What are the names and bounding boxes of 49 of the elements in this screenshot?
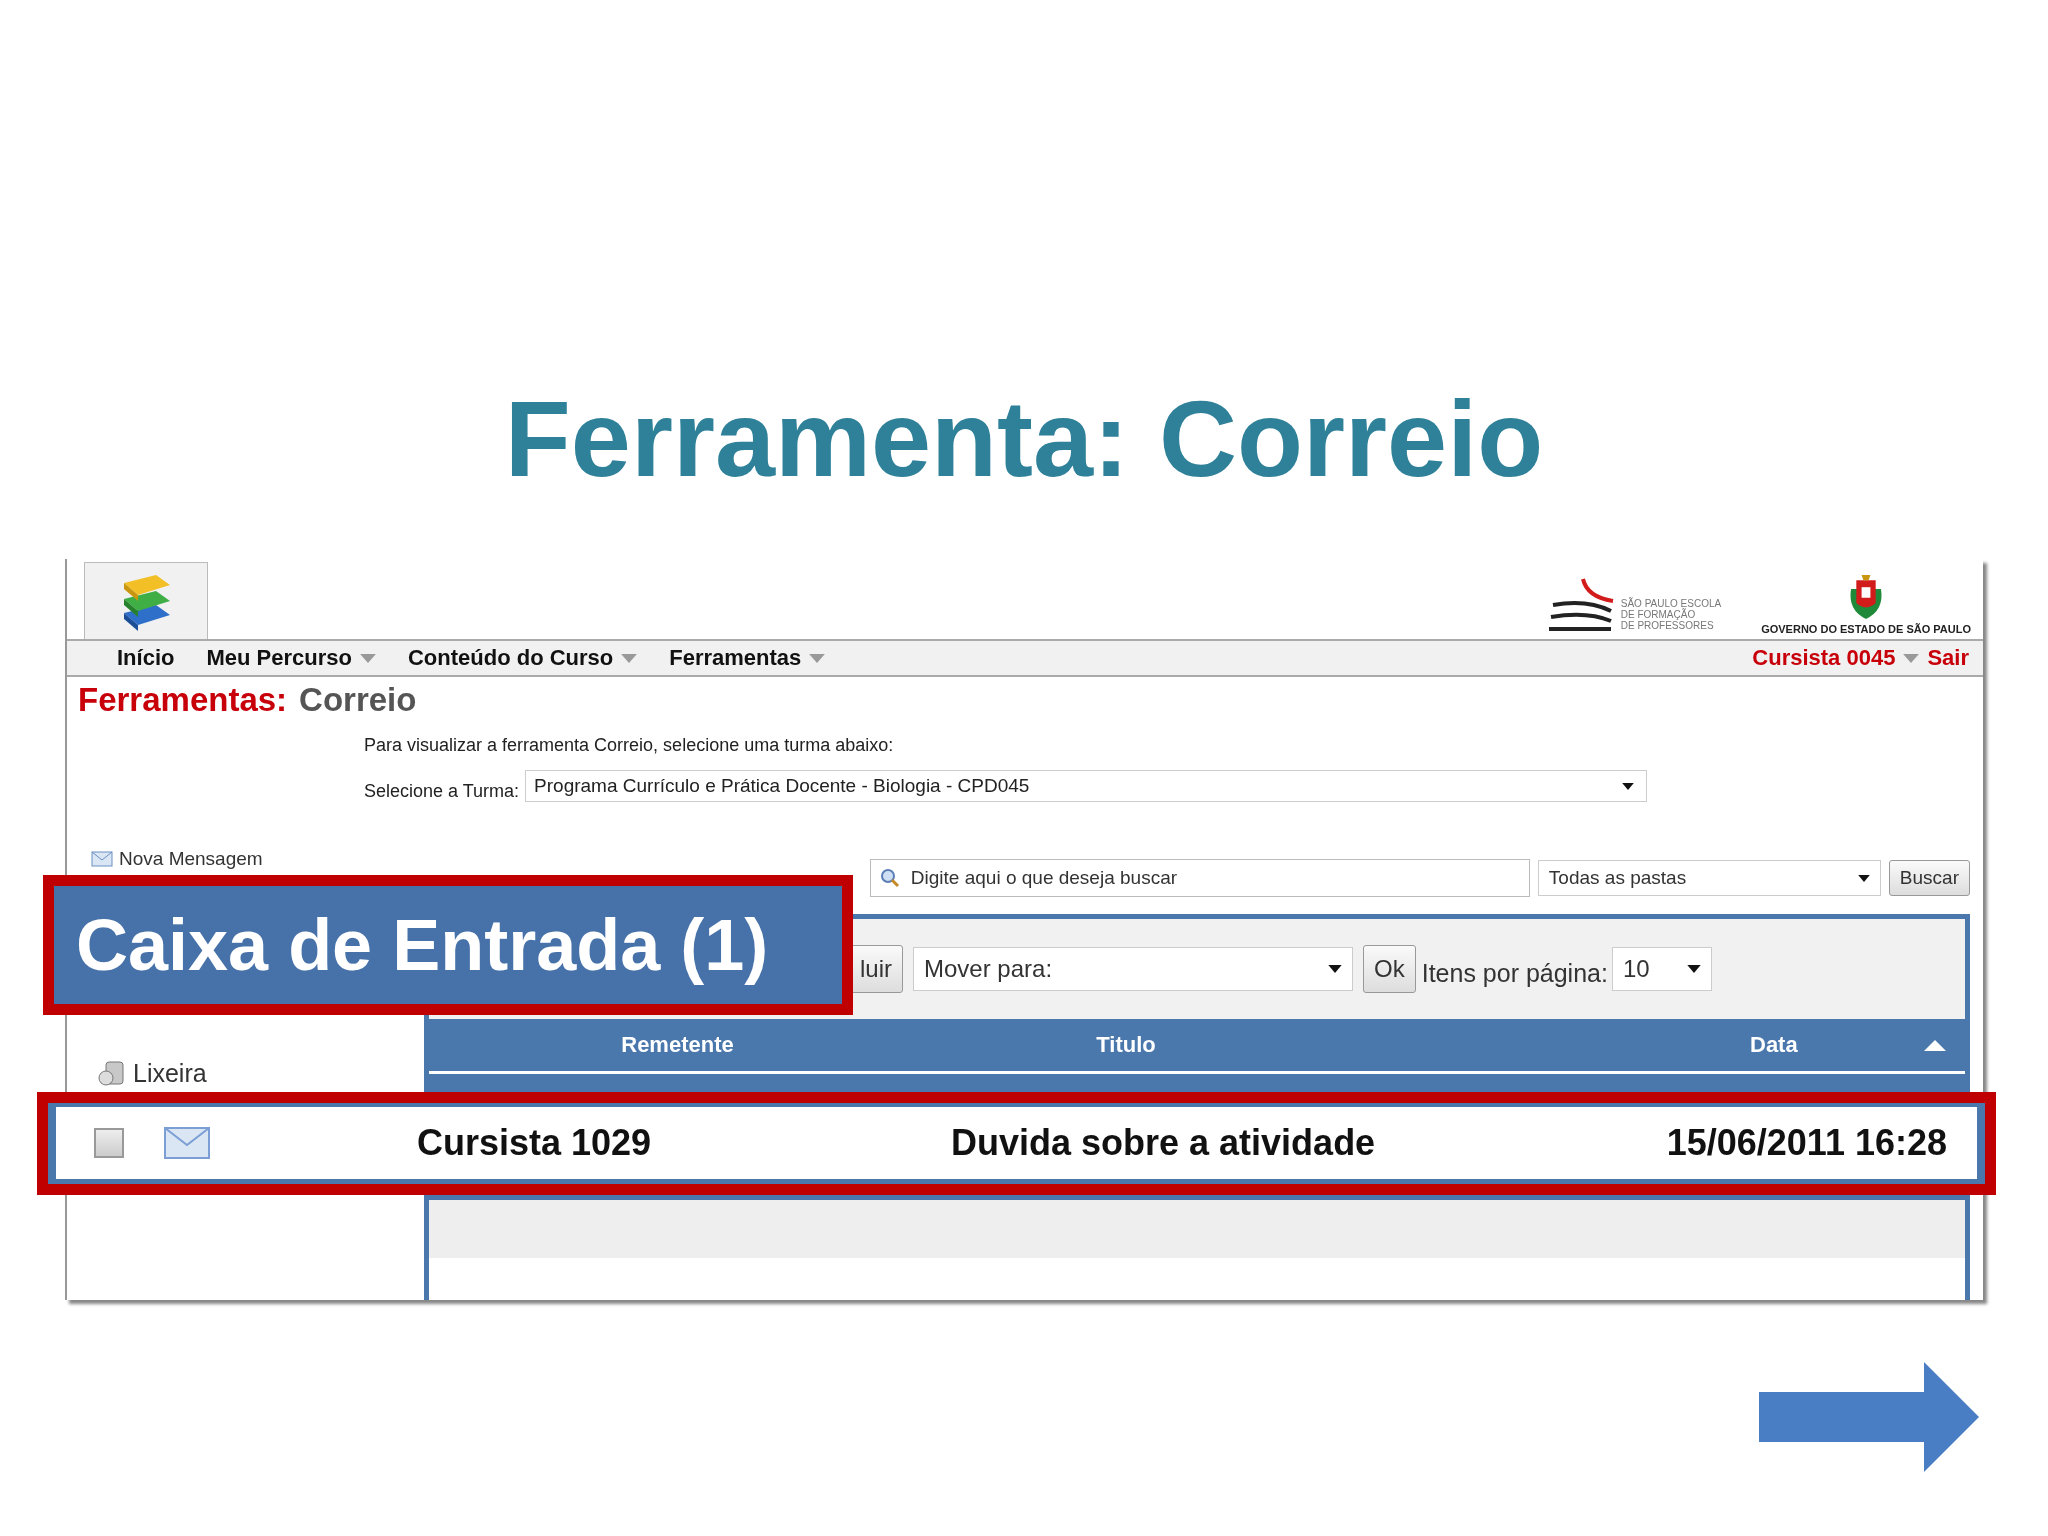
caret-icon bbox=[621, 653, 638, 663]
ok-button[interactable]: Ok bbox=[1363, 945, 1416, 993]
search-button[interactable]: Buscar bbox=[1888, 860, 1970, 896]
search-field[interactable]: Digite aqui o que deseja buscar bbox=[869, 859, 1530, 897]
caret-icon bbox=[809, 653, 826, 663]
column-header[interactable]: Titulo bbox=[926, 1032, 1326, 1058]
search-icon bbox=[879, 868, 900, 888]
trash-icon bbox=[97, 1058, 127, 1088]
dropdown-arrow-icon bbox=[1857, 874, 1870, 882]
folder-select[interactable]: Todas as pastas bbox=[1537, 860, 1881, 896]
move-select[interactable]: Mover para: bbox=[913, 947, 1353, 991]
per-page-select[interactable]: 10 bbox=[1611, 947, 1712, 991]
class-select[interactable]: Programa Currículo e Prática Docente - Biologia - CPD045 bbox=[525, 770, 1648, 802]
logout-link[interactable]: Sair bbox=[1927, 645, 1969, 671]
nav-item[interactable]: Início bbox=[117, 645, 175, 671]
caret-icon bbox=[359, 653, 376, 663]
dropdown-arrow-icon bbox=[1328, 965, 1342, 973]
callout-text: Caixa de Entrada (1) bbox=[76, 904, 769, 986]
message-title: Duvida sobre a atividade bbox=[951, 1122, 1377, 1164]
sidebar-item[interactable]: Lixeira bbox=[97, 1058, 207, 1088]
logo-text: SÃO PAULO ESCOLA bbox=[1620, 598, 1722, 609]
message-checkbox[interactable] bbox=[94, 1128, 124, 1158]
nav-item[interactable]: Ferramentas bbox=[669, 645, 826, 671]
sort-arrow-icon[interactable] bbox=[1924, 1039, 1946, 1051]
logo-text: DE PROFESSORES bbox=[1620, 620, 1715, 631]
dropdown-arrow-icon bbox=[1686, 965, 1701, 973]
class-label: Selecione a Turma: bbox=[364, 781, 520, 802]
logo-text: DE FORMAÇÃO bbox=[1620, 609, 1696, 620]
slide-title: Ferramenta: Correio bbox=[504, 377, 1544, 493]
column-header[interactable]: Remetente bbox=[429, 1032, 926, 1058]
envelope-icon bbox=[91, 851, 113, 867]
right-arrow-icon bbox=[1759, 1362, 1979, 1472]
nav-item[interactable]: Meu Percurso bbox=[206, 645, 376, 671]
dropdown-arrow-icon bbox=[1622, 782, 1635, 790]
user-menu[interactable]: Cursista 0045 bbox=[1752, 645, 1896, 671]
home-tab[interactable] bbox=[84, 562, 208, 639]
message-sender: Cursista 1029 bbox=[417, 1122, 653, 1164]
per-page-label: Itens por página: bbox=[1421, 957, 1608, 988]
logo-text: GOVERNO DO ESTADO DE SÃO PAULO bbox=[1761, 623, 1971, 635]
envelope-icon bbox=[164, 1127, 210, 1159]
caret-icon bbox=[1903, 653, 1920, 663]
page-title-section: Ferramentas: bbox=[78, 681, 288, 719]
message-row[interactable]: Cursista 1029 Duvida sobre a atividade 15/06/2011 16:28 bbox=[56, 1107, 1977, 1179]
message-date: 15/06/2011 16:28 bbox=[1666, 1122, 1947, 1164]
column-header[interactable]: Data bbox=[1326, 1032, 1905, 1058]
sidebar-item[interactable]: Nova Mensagem bbox=[91, 848, 263, 870]
page-title: Correio bbox=[299, 681, 417, 719]
nav-item[interactable]: Conteúdo do Curso bbox=[407, 645, 638, 671]
instruction-text: Para visualizar a ferramenta Correio, selecione uma turma abaixo: bbox=[364, 735, 895, 756]
